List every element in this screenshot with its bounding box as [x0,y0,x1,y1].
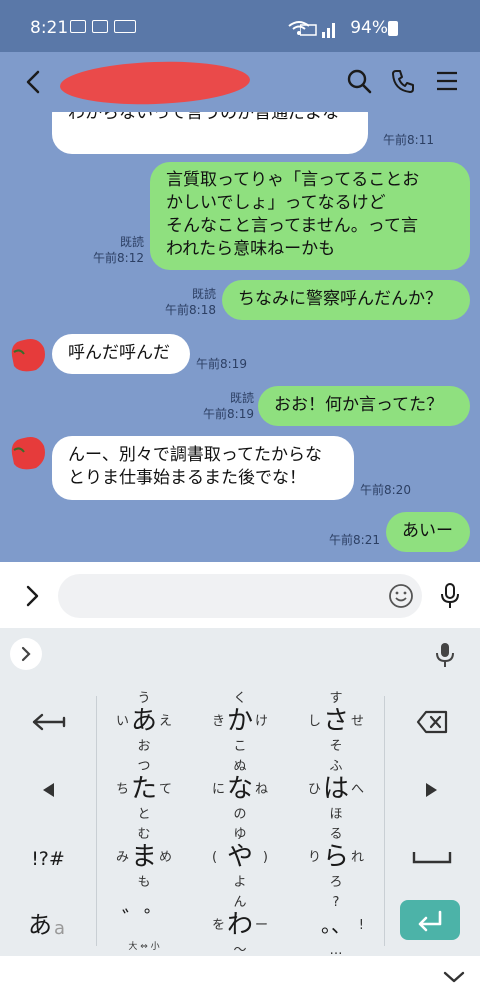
dakuten-key[interactable]: ゛゜ 大 ⇔ 小 [96,892,192,960]
message-text: ちなみに警察呼んだんか？ [238,289,442,309]
message-bubble-incoming[interactable]: んー、別々で調書取ってたからな とりま仕事始まるまた後でな！ [52,436,354,500]
voice-input-icon[interactable] [434,642,456,668]
enter-key[interactable] [400,900,460,940]
message-line: とりま仕事始まるまた後でな！ [68,468,306,488]
message-bubble-outgoing[interactable]: あいー [386,512,470,552]
chevron-right-icon[interactable] [22,584,42,608]
message-input-bar [0,562,480,628]
key-ma[interactable]: むみ まめ も [96,824,192,892]
avatar[interactable] [8,432,48,472]
message-time: 午前8:20 [360,483,411,497]
flick-keyboard: うい あえ お くき かけ こ すし させ そ つち たて と ぬに なね の … [0,680,480,958]
message-read-status: 既読 午前8:18 [165,287,216,317]
status-bar: 8:21 94% [0,0,480,52]
message-bubble-outgoing[interactable]: おお！何か言ってた？ [258,386,470,426]
message-text: わからないって言うのが普通だよな [68,112,340,123]
input-mode-key[interactable]: あ a [0,892,96,960]
message-time: 午前8:11 [383,133,434,147]
message-read-status: 既読 午前8:19 [203,391,254,421]
message-line: かしいでしょ」ってなるけど [166,193,386,213]
battery-percent: 94% [350,18,388,38]
key-na[interactable]: ぬに なね の [192,756,288,824]
message-read-status: 既読 午前8:12 [93,235,144,265]
message-line: そんなこと言ってません。って言 [166,216,418,236]
menu-icon[interactable] [434,68,460,94]
message-line: 言質取ってりゃ「言ってることお [166,170,420,190]
navigation-bar [0,956,480,996]
key-sa[interactable]: すし させ そ [288,688,384,756]
key-a[interactable]: うい あえ お [96,688,192,756]
key-ta[interactable]: つち たて と [96,756,192,824]
search-icon[interactable] [346,68,372,94]
message-time: 午前8:19 [196,357,247,371]
message-bubble-incoming[interactable]: わからないって言うのが普通だよな [52,112,368,154]
message-text: おお！何か言ってた？ [274,395,444,415]
message-text: 呼んだ呼んだ [68,343,170,363]
message-time: 午前8:21 [329,533,380,547]
message-input[interactable] [58,574,422,618]
symbol-key[interactable]: !?# [0,824,96,892]
phone-icon[interactable] [390,68,416,94]
backspace-icon[interactable] [384,688,480,756]
key-ya[interactable]: ゆ( や) よ [192,824,288,892]
message-line: われたら意味ねーかも [166,239,336,259]
message-bubble-outgoing[interactable]: 言質取ってりゃ「言ってることお かしいでしょ」ってなるけど そんなこと言ってませ… [150,162,470,270]
chat-header [0,52,480,112]
status-time: 8:21 [30,18,69,38]
message-text: あいー [402,521,453,541]
app-notification-icon [92,20,108,33]
space-icon[interactable] [384,824,480,892]
key-ka[interactable]: くき かけ こ [192,688,288,756]
back-icon[interactable] [22,68,46,96]
emoji-icon[interactable] [388,583,414,609]
message-bubble-incoming[interactable]: 呼んだ呼んだ [52,334,190,374]
signal-icon [300,23,335,38]
cursor-right-arrow-icon[interactable] [384,756,480,824]
chat-messages[interactable]: わからないって言うのが普通だよな 午前8:11 言質取ってりゃ「言ってることお … [0,112,480,562]
punctuation-key[interactable]: ? 。、 ! … [288,892,384,960]
gallery-icon [70,20,86,33]
key-ha[interactable]: ふひ はへ ほ [288,756,384,824]
redacted-contact-name [59,58,251,108]
battery-icon [388,21,398,36]
cursor-left-arrow-icon[interactable] [0,756,96,824]
avatar[interactable] [8,334,48,374]
keyboard-toolbar [0,628,480,680]
key-ra[interactable]: るり られ ろ [288,824,384,892]
microphone-icon[interactable] [438,582,462,610]
chevron-right-icon [21,646,31,662]
keyboard-expand-button[interactable] [10,638,42,670]
message-bubble-outgoing[interactable]: ちなみに警察呼んだんか？ [222,280,470,320]
message-line: んー、別々で調書取ってたからな [68,445,322,465]
enter-icon [418,910,442,932]
keyboard-icon [114,20,136,33]
notification-icons [70,20,136,33]
chevron-down-icon[interactable] [442,968,466,986]
cursor-left-key[interactable] [0,688,96,756]
key-wa[interactable]: んを わー 〜 [192,892,288,960]
